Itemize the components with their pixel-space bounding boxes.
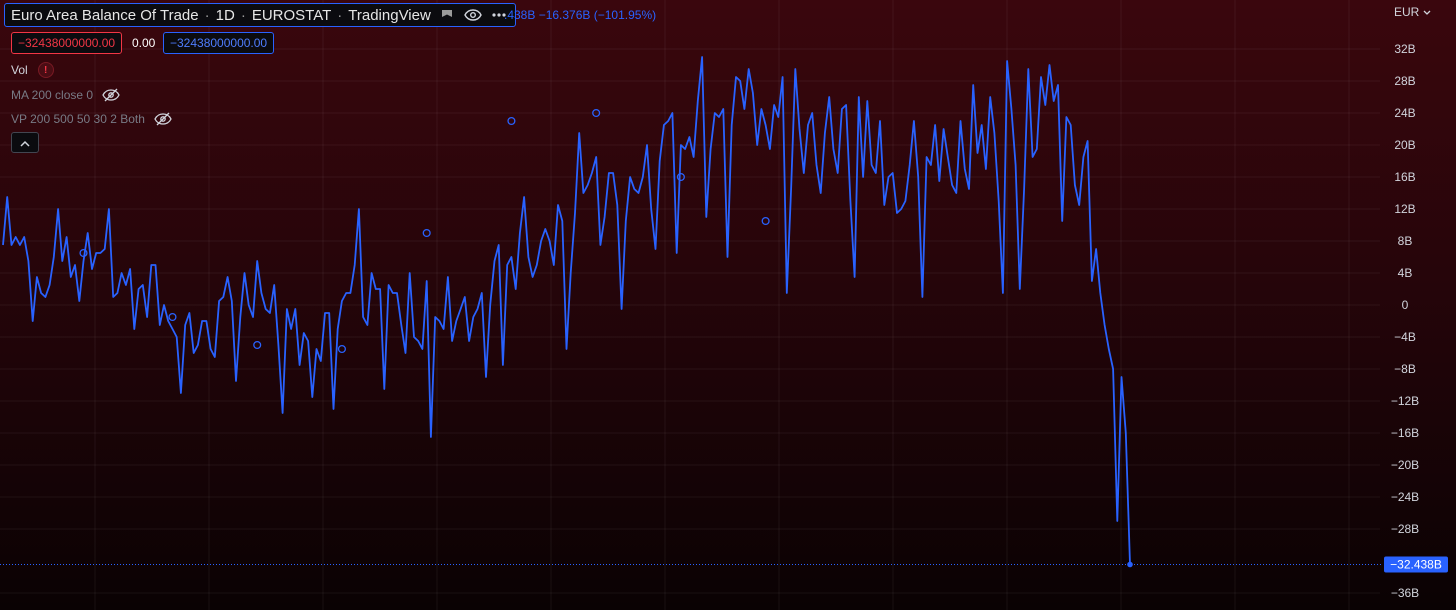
y-tick-label: 24B: [1394, 106, 1415, 120]
event-marker: [337, 344, 346, 354]
y-tick-label: 28B: [1394, 74, 1415, 88]
legend-separator: ·: [204, 6, 210, 24]
chevron-down-icon: [1423, 5, 1431, 19]
chart-series: [0, 56, 1382, 568]
collapse-legend-button[interactable]: [11, 132, 39, 153]
last-point: [1127, 561, 1133, 568]
symbol-title: Euro Area Balance Of Trade: [11, 6, 199, 24]
y-tick-label: −36B: [1391, 586, 1419, 600]
symbol-legend[interactable]: Euro Area Balance Of Trade · 1D · EUROST…: [4, 3, 516, 27]
y-tick-label: 32B: [1394, 42, 1415, 56]
y-tick-label: 8B: [1398, 234, 1413, 248]
symbol-source: EUROSTAT: [251, 6, 332, 24]
vp-indicator-label: VP 200 500 50 30 2 Both: [11, 112, 145, 126]
eye-icon[interactable]: [463, 6, 483, 24]
event-marker: [761, 216, 770, 226]
y-tick-label: −24B: [1391, 490, 1419, 504]
y-tick-label: 0: [1402, 298, 1409, 312]
y-tick-label: −16B: [1391, 426, 1419, 440]
price-change-text: .438B −16.376B (−101.95%): [504, 8, 657, 22]
symbol-provider: TradingView: [348, 6, 431, 24]
chevron-up-icon: [20, 134, 30, 152]
chart-grid: [0, 0, 1380, 610]
y-tick-label: −4B: [1394, 330, 1416, 344]
currency-selector[interactable]: EUR: [1394, 5, 1431, 19]
legend-separator: ·: [240, 6, 246, 24]
flag-icon[interactable]: [437, 6, 457, 24]
y-tick-label: −12B: [1391, 394, 1419, 408]
ma-indicator-legend[interactable]: MA 200 close 0: [11, 86, 121, 104]
price-axis[interactable]: 32B 28B 24B 20B 16B 12B 8B 4B 0 −4B −8B −12B −16B −20…: [1384, 42, 1448, 600]
y-tick-label: −28B: [1391, 522, 1419, 536]
sell-price-box[interactable]: −32438000000.00: [11, 32, 123, 54]
last-price-label: −32.438B: [1390, 558, 1442, 572]
currency-label: EUR: [1394, 5, 1420, 19]
y-tick-label: −8B: [1394, 362, 1416, 376]
vp-indicator-legend[interactable]: VP 200 500 50 30 2 Both: [11, 110, 173, 128]
vol-indicator-legend[interactable]: Vol !: [11, 62, 54, 78]
vol-indicator-label: Vol: [11, 63, 28, 77]
event-marker: [253, 340, 262, 350]
y-tick-label: −20B: [1391, 458, 1419, 472]
eye-off-icon[interactable]: [153, 110, 173, 128]
event-marker: [422, 228, 431, 238]
y-tick-label: 16B: [1394, 170, 1415, 184]
y-tick-label: 4B: [1398, 266, 1413, 280]
spread-value: 0.00: [132, 36, 156, 50]
buy-price-box[interactable]: −32438000000.00: [163, 32, 275, 54]
symbol-interval: 1D: [215, 6, 235, 24]
event-marker: [168, 312, 177, 322]
warning-icon[interactable]: !: [37, 62, 54, 78]
event-marker: [507, 116, 516, 126]
y-tick-label: 12B: [1394, 202, 1415, 216]
legend-separator: ·: [337, 6, 343, 24]
eye-off-icon[interactable]: [101, 86, 121, 104]
series-line: [2, 56, 1131, 565]
y-tick-label: 20B: [1394, 138, 1415, 152]
ma-indicator-label: MA 200 close 0: [11, 88, 94, 102]
chart-canvas[interactable]: 32B 28B 24B 20B 16B 12B 8B 4B 0 −4B −8B −12B −16B −20…: [0, 0, 1456, 610]
